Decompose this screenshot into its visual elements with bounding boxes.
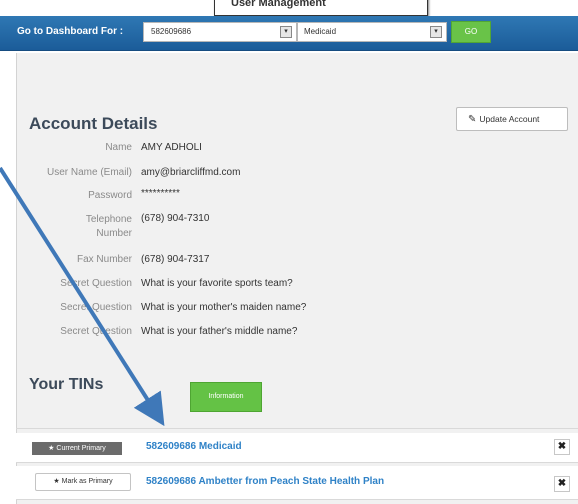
current-primary-label: Current Primary (56, 445, 106, 452)
remove-tin-button[interactable]: ✖ (554, 476, 570, 492)
name-label: Name (105, 142, 132, 153)
pencil-icon: ✎ (468, 114, 477, 125)
telephone-label: Telephone Number (85, 214, 132, 239)
mark-as-primary-label: Mark as Primary (61, 478, 113, 485)
name-value: AMY ADHOLI (141, 142, 202, 153)
secret-question-3-label: Secret Question (60, 326, 132, 337)
tin-row: ★ Mark as Primary 582609686 Ambetter fro… (16, 466, 578, 500)
account-details-title: Account Details (29, 114, 158, 133)
chevron-down-icon[interactable]: ▾ (280, 26, 292, 38)
tin-select-value: 582609686 (151, 27, 192, 36)
update-account-button[interactable]: ✎ Update Account (456, 107, 568, 131)
user-management-callout: User Management (214, 0, 428, 16)
divider (16, 428, 578, 429)
go-button[interactable]: GO (451, 21, 491, 43)
email-label: User Name (Email) (46, 167, 132, 178)
secret-question-2-label: Secret Question (60, 302, 132, 313)
password-value: ********** (141, 188, 180, 199)
dashboard-for-label: Go to Dashboard For : (17, 26, 124, 37)
dashboard-selector-bar: Go to Dashboard For : 582609686 ▾ Medica… (0, 16, 578, 51)
mark-as-primary-button[interactable]: ★ Mark as Primary (35, 473, 131, 491)
current-primary-badge: ★ Current Primary (32, 442, 122, 455)
password-label: Password (88, 190, 132, 201)
tin-select[interactable]: 582609686 ▾ (143, 22, 297, 42)
callout-text: User Management (231, 0, 326, 9)
your-tins-title: Your TINs (29, 376, 104, 393)
information-button[interactable]: Information (190, 382, 262, 412)
tin-link[interactable]: 582609686 Ambetter from Peach State Heal… (146, 476, 384, 487)
email-value: amy@briarcliffmd.com (141, 167, 241, 178)
fax-label: Fax Number (76, 254, 132, 265)
plan-select[interactable]: Medicaid ▾ (297, 22, 447, 42)
secret-question-3-value: What is your father's middle name? (141, 326, 298, 337)
secret-question-1-label: Secret Question (60, 278, 132, 289)
update-account-label: Update Account (479, 114, 540, 124)
secret-question-1-value: What is your favorite sports team? (141, 278, 293, 289)
plan-select-value: Medicaid (304, 27, 337, 36)
fax-value: (678) 904-7317 (141, 254, 210, 265)
remove-tin-button[interactable]: ✖ (554, 439, 570, 455)
secret-question-2-value: What is your mother's maiden name? (141, 302, 307, 313)
tin-row: ★ Current Primary 582609686 Medicaid ✖ (16, 433, 578, 463)
tin-link[interactable]: 582609686 Medicaid (146, 441, 242, 452)
telephone-value: (678) 904-7310 (141, 213, 210, 224)
chevron-down-icon[interactable]: ▾ (430, 26, 442, 38)
